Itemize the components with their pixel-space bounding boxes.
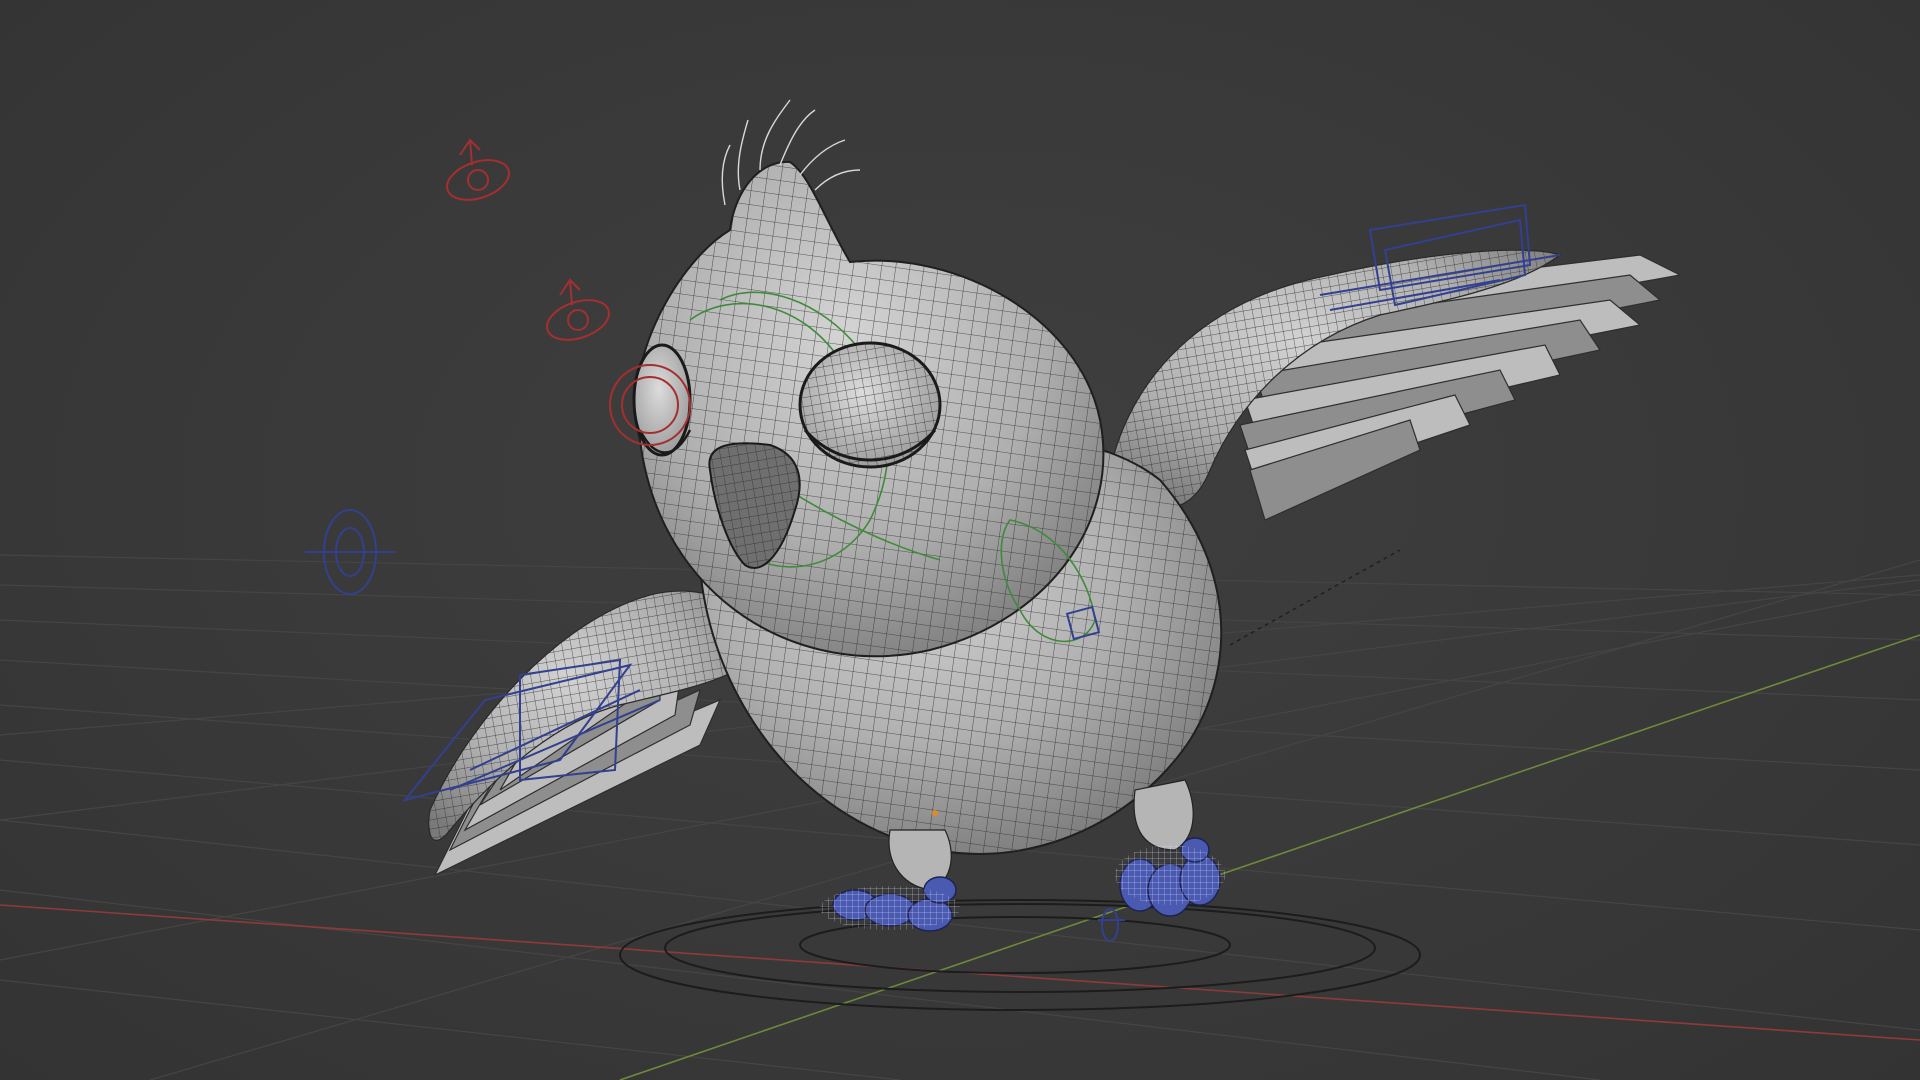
pole-target-icon[interactable] (305, 509, 395, 595)
camera-target-icon-lower[interactable] (542, 278, 614, 347)
owl-right-eye[interactable] (798, 341, 942, 469)
left-wing[interactable] (428, 590, 761, 877)
right-wing[interactable] (1109, 249, 1682, 521)
3d-viewport[interactable] (0, 0, 1920, 1080)
object-origin-dot (932, 810, 938, 816)
owl-left-foot[interactable] (820, 876, 960, 932)
camera-target-icon-upper[interactable] (442, 138, 514, 207)
owl-right-foot[interactable] (1115, 837, 1225, 917)
foot-pole-icon[interactable] (1098, 908, 1125, 942)
root-ring-icon[interactable] (619, 899, 1421, 1011)
owl-left-eye[interactable] (632, 343, 692, 457)
